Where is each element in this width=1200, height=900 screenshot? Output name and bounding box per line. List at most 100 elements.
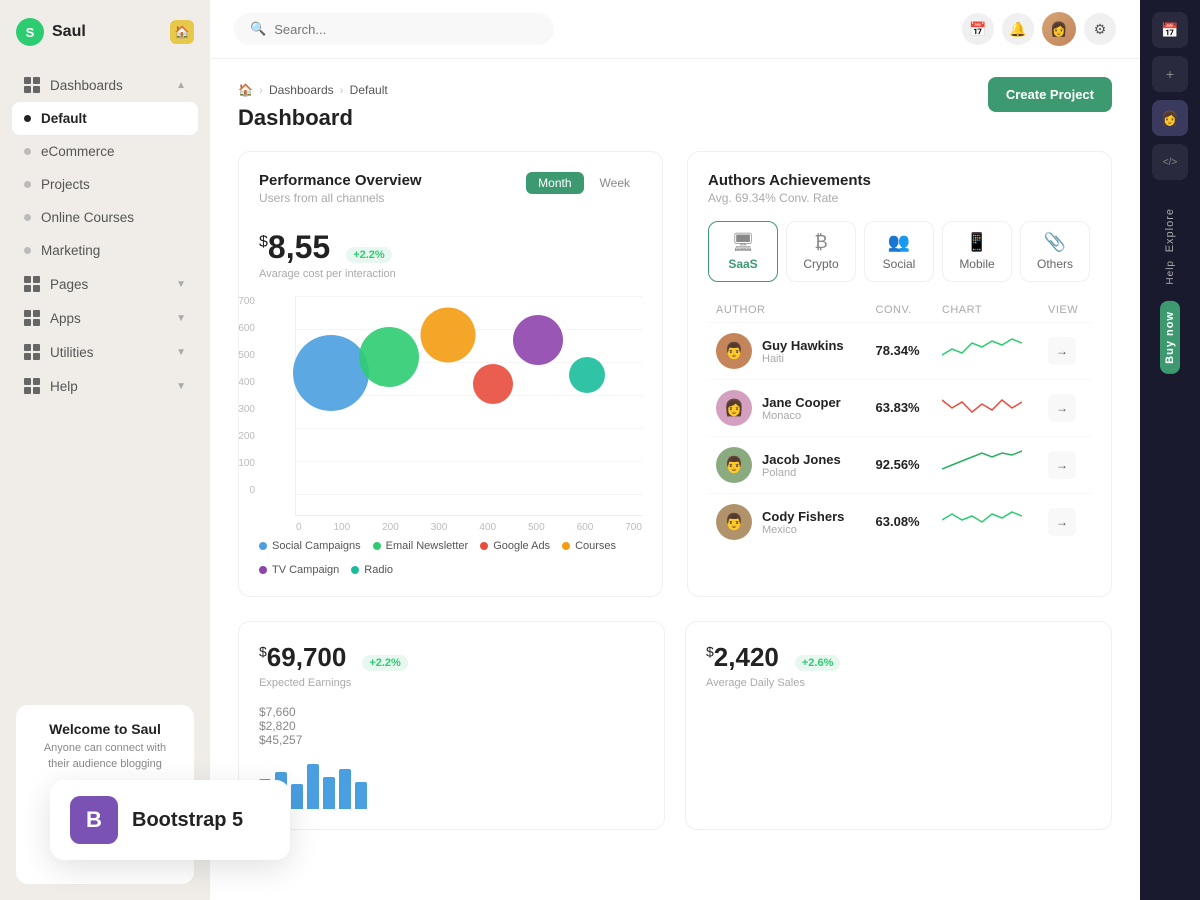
author-info: 👨 Jacob Jones Poland (716, 447, 860, 483)
author-country: Monaco (762, 410, 841, 422)
author-country: Poland (762, 467, 841, 479)
sidebar-label-default: Default (41, 111, 87, 126)
sidebar-item-projects[interactable]: Projects (12, 168, 198, 201)
sidebar-item-marketing[interactable]: Marketing (12, 234, 198, 267)
logo-icon: S (16, 18, 44, 46)
author-info: 👨 Guy Hawkins Haiti (716, 333, 860, 369)
sidebar-item-ecommerce[interactable]: eCommerce (12, 135, 198, 168)
chevron-icon: ▼ (176, 279, 186, 290)
view-button[interactable]: → (1048, 337, 1076, 365)
rp-explore-label: Explore (1164, 208, 1176, 252)
sidebar-toggle[interactable]: 🏠 (170, 20, 194, 44)
crypto-icon: ₿ (814, 232, 827, 253)
tab-crypto[interactable]: ₿ Crypto (786, 221, 856, 282)
table-row: 👨 Cody Fishers Mexico 63.08% (708, 494, 1091, 551)
search-icon: 🔍 (250, 21, 266, 37)
breadcrumb-current: Default (350, 83, 388, 97)
col-author: AUTHOR (708, 298, 868, 323)
daily-sales-card: $2,420 +2.6% Average Daily Sales (685, 621, 1112, 830)
bootstrap-label: Bootstrap 5 (132, 809, 243, 832)
time-tabs: Month Week (526, 172, 642, 194)
tab-others[interactable]: 📎 Others (1020, 221, 1090, 282)
author-name: Guy Hawkins (762, 338, 844, 353)
bubble-radio (569, 357, 605, 393)
earnings-value: $69,700 (259, 642, 346, 673)
chevron-icon: ▲ (176, 80, 186, 91)
sidebar-item-dashboards[interactable]: Dashboards ▲ (12, 68, 198, 102)
view-button[interactable]: → (1048, 451, 1076, 479)
tab-mobile[interactable]: 📱 Mobile (942, 221, 1012, 282)
utilities-icon (24, 344, 40, 360)
col-view: VIEW (1040, 298, 1091, 323)
rp-code-icon[interactable]: </> (1152, 144, 1188, 180)
sparkline-guy (942, 335, 1022, 363)
earnings-badge: +2.2% (362, 655, 408, 671)
breadcrumb-home: 🏠 (238, 83, 253, 97)
tab-saas-label: SaaS (728, 257, 757, 271)
pages-icon (24, 276, 40, 292)
bubble-google (421, 308, 476, 363)
sidebar-item-utilities[interactable]: Utilities ▼ (12, 335, 198, 369)
tab-saas[interactable]: 🖥 SaaS (708, 221, 778, 282)
user-avatar[interactable]: 👩 (1042, 12, 1076, 46)
saas-icon: 🖥 (732, 232, 755, 253)
nav-dot (24, 148, 31, 155)
sidebar-item-pages[interactable]: Pages ▼ (12, 267, 198, 301)
welcome-subtitle: Anyone can connect with their audience b… (32, 741, 178, 772)
author-country: Mexico (762, 524, 844, 536)
search-input[interactable] (274, 22, 538, 37)
notification-icon[interactable]: 🔔 (1002, 13, 1034, 45)
social-icon: 👥 (888, 232, 910, 253)
sparkline-jane (942, 392, 1022, 420)
author-avatar-jacob: 👨 (716, 447, 752, 483)
view-button[interactable]: → (1048, 508, 1076, 536)
sidebar-label-help: Help (50, 379, 78, 394)
rp-user-avatar[interactable]: 👩 (1152, 100, 1188, 136)
search-box[interactable]: 🔍 (234, 13, 554, 45)
sidebar-label-marketing: Marketing (41, 243, 100, 258)
tab-social-label: Social (883, 257, 916, 271)
perf-subtitle: Users from all channels (259, 191, 422, 205)
legend-radio: Radio (351, 564, 393, 576)
nav-dot (24, 247, 31, 254)
col-conv: CONV. (868, 298, 934, 323)
sidebar-item-default[interactable]: Default (12, 102, 198, 135)
author-avatar-jane: 👩 (716, 390, 752, 426)
sidebar-item-help[interactable]: Help ▼ (12, 369, 198, 403)
perf-stat-label: Avarage cost per interaction (259, 268, 642, 280)
author-country: Haiti (762, 353, 844, 365)
rp-add-icon[interactable]: + (1152, 56, 1188, 92)
content-area: 🏠 › Dashboards › Default Dashboard Creat… (210, 59, 1140, 900)
perf-badge: +2.2% (346, 247, 392, 263)
author-info: 👩 Jane Cooper Monaco (716, 390, 860, 426)
sidebar-label-pages: Pages (50, 277, 88, 292)
sidebar-label-apps: Apps (50, 311, 81, 326)
author-avatar-guy: 👨 (716, 333, 752, 369)
earnings-label: Expected Earnings (259, 677, 644, 689)
authors-table: AUTHOR CONV. CHART VIEW 👨 (708, 298, 1091, 550)
page-title: Dashboard (238, 105, 353, 131)
bubble-chart: 0100200300400500600700 (295, 296, 642, 516)
author-avatar-cody: 👨 (716, 504, 752, 540)
tab-social[interactable]: 👥 Social (864, 221, 934, 282)
sidebar-item-apps[interactable]: Apps ▼ (12, 301, 198, 335)
rp-buy-button[interactable]: Buy now (1160, 301, 1180, 374)
breadcrumb-dashboards: Dashboards (269, 83, 334, 97)
daily-sales-label: Average Daily Sales (706, 677, 1091, 689)
view-button[interactable]: → (1048, 394, 1076, 422)
nav-dot (24, 214, 31, 221)
sidebar-label-utilities: Utilities (50, 345, 94, 360)
conv-rate: 63.08% (876, 514, 920, 529)
rp-calendar-icon[interactable]: 📅 (1152, 12, 1188, 48)
calendar-icon[interactable]: 📅 (962, 13, 994, 45)
conv-rate: 63.83% (876, 400, 920, 415)
tab-month[interactable]: Month (526, 172, 583, 194)
create-project-button[interactable]: Create Project (988, 77, 1112, 112)
sidebar-label-dashboards: Dashboards (50, 78, 123, 93)
settings-icon[interactable]: ⚙ (1084, 13, 1116, 45)
authors-subtitle: Avg. 69.34% Conv. Rate (708, 191, 1091, 205)
authors-tabs: 🖥 SaaS ₿ Crypto 👥 Social 📱 Mobile (708, 221, 1091, 282)
sidebar-item-online-courses[interactable]: Online Courses (12, 201, 198, 234)
tab-week[interactable]: Week (588, 172, 642, 194)
rp-help-label: Help (1165, 260, 1176, 285)
